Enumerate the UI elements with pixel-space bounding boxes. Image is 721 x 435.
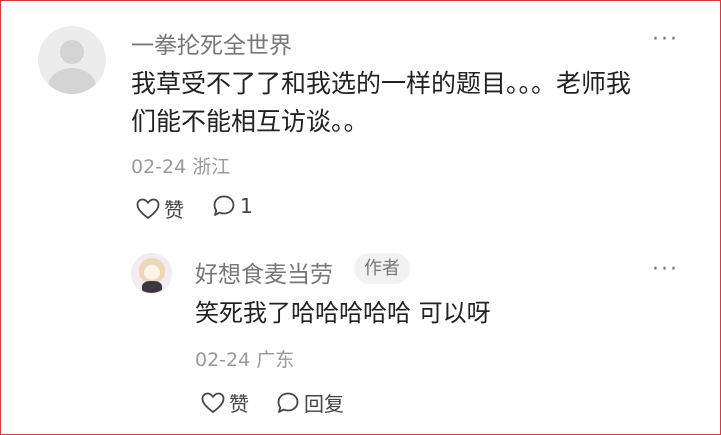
comment-text: 我草受不了了和我选的一样的题目。。。老师我 们能不能相互访谈。。 — [131, 65, 691, 141]
more-icon[interactable]: ··· — [652, 27, 679, 52]
comment-date-location: 02-24 浙江 — [131, 156, 231, 178]
speech-bubble-icon — [277, 392, 299, 413]
heart-icon — [201, 392, 225, 413]
reply-reply-label: 回复 — [304, 392, 344, 416]
author-badge: 作者 — [354, 253, 410, 284]
comment-like-button[interactable]: 赞 — [136, 194, 184, 223]
heart-icon — [136, 198, 160, 219]
reply-reply-button[interactable]: 回复 — [276, 388, 344, 417]
reply-date-location: 02-24 广东 — [195, 349, 295, 371]
reply-like-button[interactable]: 赞 — [201, 388, 249, 417]
reply-username[interactable]: 好想食麦当劳 — [195, 255, 333, 289]
speech-bubble-icon — [213, 195, 235, 216]
comment-reply-button[interactable]: 1 — [212, 194, 253, 218]
reply-avatar[interactable] — [131, 253, 172, 294]
comment-reply-count: 1 — [240, 194, 253, 218]
avatar-face — [144, 265, 160, 280]
comment-username[interactable]: 一拳抡死全世界 — [131, 26, 292, 60]
reply-like-label: 赞 — [229, 392, 249, 416]
comment-text-line-1: 我草受不了了和我选的一样的题目。。。老师我 — [131, 69, 632, 98]
reply-text: 笑死我了哈哈哈哈哈 可以呀 — [195, 299, 491, 327]
comment-card: 一拳抡死全世界 ··· 我草受不了了和我选的一样的题目。。。老师我 们能不能相互… — [0, 0, 721, 435]
avatar-head — [60, 40, 84, 64]
avatar-clothes — [142, 281, 162, 293]
comment-text-line-2: 们能不能相互访谈。。 — [131, 107, 369, 136]
avatar[interactable] — [38, 26, 106, 94]
comment-like-label: 赞 — [164, 198, 184, 222]
reply-more-icon[interactable]: ··· — [652, 257, 679, 282]
avatar-body — [48, 68, 96, 94]
